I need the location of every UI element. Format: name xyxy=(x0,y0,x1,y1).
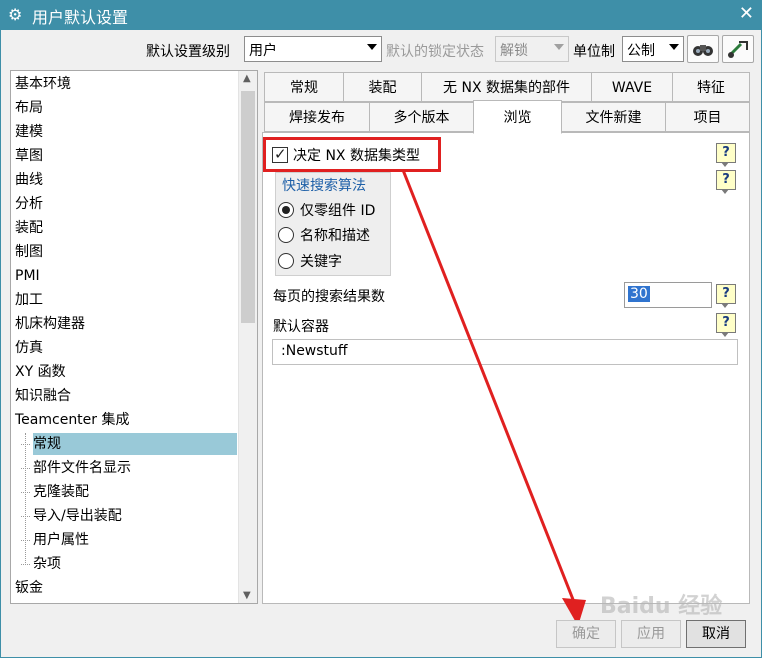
unit-value: 公制 xyxy=(627,43,655,59)
results-per-page-input[interactable]: 30 xyxy=(624,282,712,308)
window-title: 用户默认设置 xyxy=(32,8,129,27)
tab-general[interactable]: 常规 xyxy=(264,72,344,102)
radio-label: 仅零组件 ID xyxy=(300,203,376,219)
help-icon[interactable]: ? xyxy=(716,143,736,167)
find-default-button[interactable] xyxy=(687,35,719,63)
default-level-value: 用户 xyxy=(249,43,277,59)
apply-button[interactable]: 应用 xyxy=(621,620,681,648)
lock-state-label: 默认的锁定状态 xyxy=(386,44,484,60)
radio-keyword[interactable]: 关键字 xyxy=(278,250,342,272)
tree-item[interactable]: 导入/导出装配 xyxy=(21,505,122,527)
help-icon[interactable]: ? xyxy=(716,170,736,194)
chevron-down-icon xyxy=(669,44,679,50)
radio-component-id[interactable]: 仅零组件 ID xyxy=(278,199,375,221)
category-tree[interactable]: 基本环境 布局 建模 草图 曲线 分析 装配 制图 PMI 加工 机床构建器 仿… xyxy=(10,70,258,604)
chevron-down-icon xyxy=(554,44,564,50)
manage-defaults-button[interactable] xyxy=(722,35,754,63)
tree-item[interactable]: 装配 xyxy=(15,217,43,239)
default-level-label: 默认设置级别 xyxy=(146,44,230,60)
default-level-select[interactable]: 用户 xyxy=(244,36,382,62)
radio-label: 名称和描述 xyxy=(300,228,370,244)
title-bar: ⚙ 用户默认设置 ✕ xyxy=(0,0,762,30)
radio-button[interactable] xyxy=(278,202,294,218)
results-per-page-value: 30 xyxy=(628,286,650,302)
unit-select[interactable]: 公制 xyxy=(622,36,684,62)
tab-multi-version[interactable]: 多个版本 xyxy=(369,102,474,132)
tree-item[interactable]: 加工 xyxy=(15,289,43,311)
annotation-highlight xyxy=(263,137,441,172)
tree-item[interactable]: 钣金 xyxy=(15,577,43,599)
close-icon[interactable]: ✕ xyxy=(739,3,754,24)
cancel-button[interactable]: 取消 xyxy=(686,620,746,648)
tree-item[interactable]: 建模 xyxy=(15,121,43,143)
tree-item-selected[interactable]: 常规 xyxy=(21,433,237,455)
tree-item[interactable]: XY 函数 xyxy=(15,361,66,383)
scroll-down-icon[interactable]: ▼ xyxy=(243,590,251,601)
default-container-label: 默认容器 xyxy=(273,319,329,335)
lock-state-value: 解锁 xyxy=(500,43,528,59)
tree-item[interactable]: 基本环境 xyxy=(15,73,71,95)
radio-name-desc[interactable]: 名称和描述 xyxy=(278,224,370,246)
tab-assembly[interactable]: 装配 xyxy=(343,72,422,102)
radio-button[interactable] xyxy=(278,227,294,243)
tab-weld-publish[interactable]: 焊接发布 xyxy=(264,102,370,132)
binoculars-icon xyxy=(693,45,713,56)
radio-button[interactable] xyxy=(278,253,294,269)
tab-no-nx-dataset[interactable]: 无 NX 数据集的部件 xyxy=(421,72,592,102)
tree-item[interactable]: 克隆装配 xyxy=(21,481,89,503)
tree-item[interactable]: 分析 xyxy=(15,193,43,215)
tree-item-teamcenter[interactable]: Teamcenter 集成 xyxy=(15,409,130,431)
radio-label: 关键字 xyxy=(300,254,342,270)
tree-item[interactable]: 知识融合 xyxy=(15,385,71,407)
tree-item[interactable]: PMI xyxy=(15,265,40,287)
watermark-logo: Baidu 经验 xyxy=(600,594,723,619)
chevron-down-icon xyxy=(367,44,377,50)
tree-item[interactable]: 草图 xyxy=(15,145,43,167)
help-icon[interactable]: ? xyxy=(716,284,736,308)
results-per-page-label: 每页的搜索结果数 xyxy=(273,289,385,305)
tree-item[interactable]: 仿真 xyxy=(15,337,43,359)
tab-features[interactable]: 特征 xyxy=(672,72,750,102)
tab-file-new[interactable]: 文件新建 xyxy=(561,102,666,132)
unit-label: 单位制 xyxy=(573,44,615,60)
tree-item[interactable]: 杂项 xyxy=(21,553,61,575)
tree-item[interactable]: 制图 xyxy=(15,241,43,263)
tab-browse[interactable]: 浏览 xyxy=(473,100,562,134)
tree-item[interactable]: 布局 xyxy=(15,97,43,119)
quick-search-title: 快速搜索算法 xyxy=(282,178,366,194)
tree-item[interactable]: 部件文件名显示 xyxy=(21,457,131,479)
tree-scrollbar[interactable]: ▲ ▼ xyxy=(238,71,257,603)
gear-icon: ⚙ xyxy=(8,5,23,24)
tree-item[interactable]: 用户属性 xyxy=(21,529,89,551)
tree-connector xyxy=(25,433,26,565)
scroll-thumb[interactable] xyxy=(241,91,255,323)
wrench-check-icon xyxy=(727,41,748,58)
help-icon[interactable]: ? xyxy=(716,313,736,337)
tree-item[interactable]: 曲线 xyxy=(15,169,43,191)
tab-project[interactable]: 项目 xyxy=(665,102,750,132)
lock-state-select: 解锁 xyxy=(495,36,569,62)
scroll-up-icon[interactable]: ▲ xyxy=(243,73,251,84)
tree-item[interactable]: 机床构建器 xyxy=(15,313,85,335)
ok-button[interactable]: 确定 xyxy=(556,620,616,648)
default-container-input[interactable]: :Newstuff xyxy=(272,339,738,365)
tab-wave[interactable]: WAVE xyxy=(591,72,673,102)
